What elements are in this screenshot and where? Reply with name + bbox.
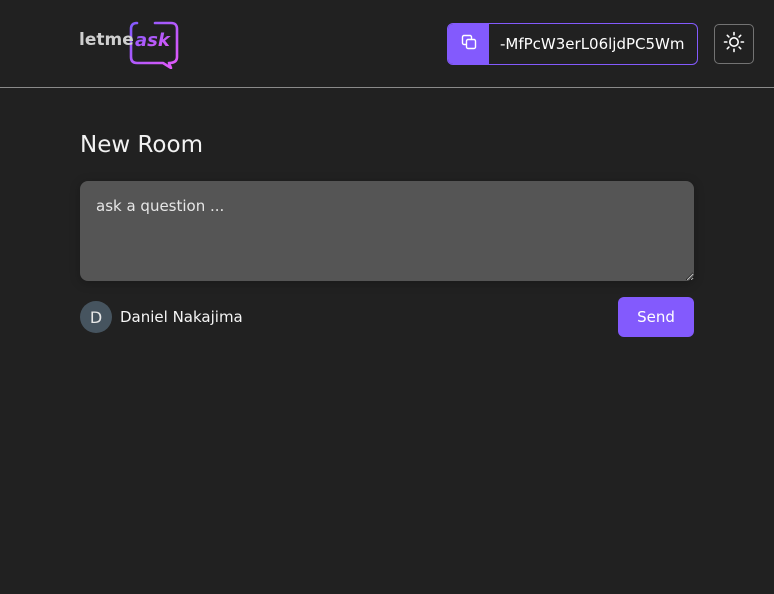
- logo-text-ask: ask: [135, 30, 171, 51]
- room-code-button[interactable]: -MfPcW3erL06ljdPC5Wm: [447, 23, 698, 65]
- avatar: D: [80, 301, 112, 333]
- user-name: Daniel Nakajima: [120, 308, 243, 326]
- app-header: letme ask -MfPcW3erL06ljdPC5Wm: [0, 0, 774, 88]
- copy-icon: [461, 34, 477, 54]
- room-code-text: -MfPcW3erL06ljdPC5Wm: [500, 35, 685, 53]
- letmeask-logo[interactable]: letme ask: [79, 19, 181, 69]
- user-info: D Daniel Nakajima: [80, 301, 243, 333]
- send-button[interactable]: Send: [618, 297, 694, 337]
- page-title: New Room: [80, 132, 203, 158]
- logo-text-letme: letme: [79, 30, 134, 50]
- theme-toggle-button[interactable]: [714, 24, 754, 64]
- question-input[interactable]: [80, 181, 694, 281]
- sun-icon: [723, 31, 745, 57]
- copy-button[interactable]: [448, 24, 489, 64]
